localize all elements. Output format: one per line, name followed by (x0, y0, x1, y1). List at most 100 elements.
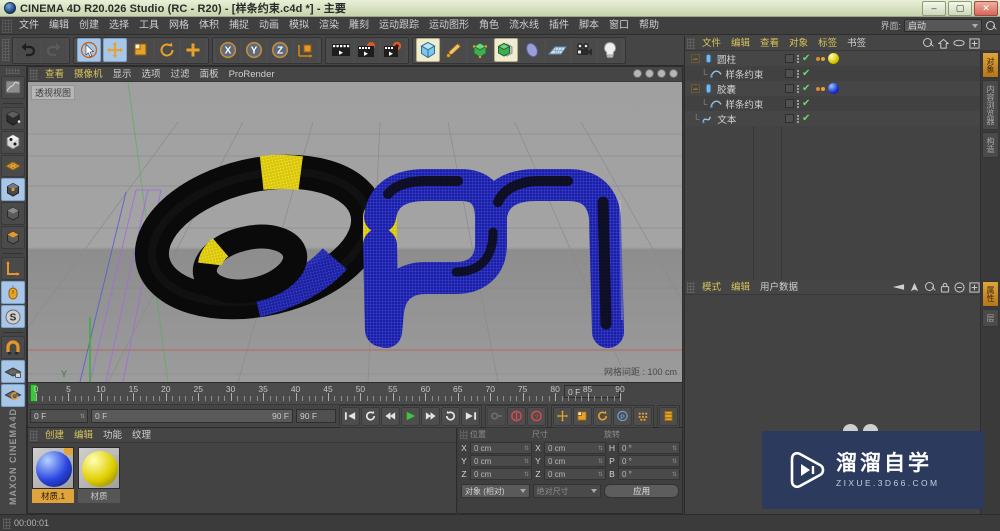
autokeying-button[interactable] (487, 406, 506, 426)
om-menu-view[interactable]: 查看 (755, 36, 784, 51)
enabled-check-icon[interactable]: ✔ (802, 114, 810, 124)
lock-z-button[interactable]: Z (268, 38, 292, 62)
om-menu-bookmarks[interactable]: 书签 (842, 36, 871, 51)
lock-y-button[interactable]: Y (242, 38, 266, 62)
material-name[interactable]: 材质.1 (32, 489, 74, 503)
auto-keyframing-button[interactable]: ? (527, 406, 546, 426)
material-preview[interactable] (78, 447, 120, 489)
menu-item-render[interactable]: 渲染 (314, 17, 344, 35)
menu-item-mograph[interactable]: 运动图形 (424, 17, 474, 35)
move-button[interactable] (103, 38, 127, 62)
menu-grip-handle[interactable] (2, 18, 12, 33)
layout-dropdown[interactable]: 启动 (904, 19, 982, 32)
go-to-end-button[interactable] (461, 406, 480, 426)
menu-item-character[interactable]: 角色 (474, 17, 504, 35)
timeline-ruler[interactable]: 0 F 0 5 10 15 20 25 30 35 40 45 50 55 60 65 70 75 80 85 90 (28, 383, 625, 405)
workplane-tool[interactable] (1, 384, 25, 407)
rotate-view-icon[interactable] (657, 69, 666, 78)
options-icon[interactable] (954, 281, 965, 293)
object-manager-tree[interactable]: − 圆柱 ✔ └ 样条约束 ✔ − 胶囊 ✔ └ 样条约束 ✔ └ 文本 ✔ 对… (685, 51, 1000, 280)
array-button[interactable] (494, 38, 518, 62)
magnet-tool[interactable] (1, 336, 25, 360)
maximize-button[interactable]: ▢ (948, 0, 972, 16)
viewport-menu-cameras[interactable]: 摄像机 (69, 67, 108, 82)
model-mode-tool[interactable] (1, 178, 25, 202)
menu-item-simulate[interactable]: 模拟 (284, 17, 314, 35)
apply-button[interactable]: 应用 (604, 484, 679, 498)
position-y-input[interactable]: 0 cm ⇅ (470, 455, 532, 467)
enabled-check-icon[interactable]: ✔ (802, 99, 810, 109)
spinner-icon[interactable]: ⇅ (598, 471, 603, 478)
workplane-lock-tool[interactable] (1, 360, 25, 384)
coordinates-grip[interactable] (460, 430, 468, 439)
spinner-icon[interactable]: ⇅ (80, 413, 85, 420)
spline-pen-button[interactable] (442, 38, 466, 62)
eye-icon[interactable] (953, 38, 965, 48)
search-icon[interactable] (924, 281, 936, 293)
size-y-input[interactable]: 0 cm ⇅ (544, 455, 606, 467)
coordinate-mode-dropdown[interactable]: 对象 (相对) (461, 484, 530, 498)
record-rotation-button[interactable] (593, 406, 612, 426)
keyframe-selection-button[interactable] (659, 406, 678, 426)
enabled-check-icon[interactable]: ✔ (802, 84, 810, 94)
am-menu-user-data[interactable]: 用户数据 (755, 280, 803, 295)
enable-axis-tool[interactable] (1, 281, 25, 305)
viewport-menu-options[interactable]: 选项 (137, 67, 166, 82)
size-mode-dropdown[interactable]: 绝对尺寸 (532, 484, 602, 498)
visibility-checkbox[interactable] (785, 114, 794, 123)
mm-menu-create[interactable]: 创建 (40, 428, 69, 443)
mm-menu-function[interactable]: 功能 (98, 428, 127, 443)
visibility-checkbox[interactable] (785, 54, 794, 63)
menu-item-edit[interactable]: 编辑 (44, 17, 74, 35)
size-z-input[interactable]: 0 cm ⇅ (544, 468, 606, 480)
texture-axis-tool[interactable] (1, 75, 25, 99)
side-tab-attributes[interactable]: 属性 (982, 281, 999, 307)
search-icon[interactable] (985, 20, 997, 32)
menu-item-plugins[interactable]: 插件 (544, 17, 574, 35)
spinner-icon[interactable]: ⇅ (524, 458, 529, 465)
menu-item-create[interactable]: 创建 (74, 17, 104, 35)
tree-expander[interactable]: − (691, 84, 700, 94)
redo-button[interactable] (42, 38, 66, 62)
camera-button[interactable] (572, 38, 596, 62)
viewport-menu-display[interactable]: 显示 (108, 67, 137, 82)
soft-selection-tool[interactable]: S (1, 305, 25, 329)
maximize-view-icon[interactable] (669, 69, 678, 78)
pin-icon[interactable] (909, 282, 920, 293)
texture-mode-tool[interactable] (1, 226, 25, 250)
rotation-p-input[interactable]: 0 ° ⇅ (618, 455, 680, 467)
side-tab-objects[interactable]: 对象 (982, 52, 999, 78)
toolbar-grip-handle[interactable] (2, 39, 10, 61)
play-forwards-loop-button[interactable] (441, 406, 460, 426)
record-position-button[interactable] (553, 406, 572, 426)
play-button[interactable] (401, 406, 420, 426)
visibility-checkbox[interactable] (785, 99, 794, 108)
generator-button[interactable] (468, 38, 492, 62)
position-z-input[interactable]: 0 cm ⇅ (470, 468, 532, 480)
mm-menu-edit[interactable]: 编辑 (69, 428, 98, 443)
material-list[interactable]: 材质.1 材质 (28, 443, 456, 513)
back-arrow-icon[interactable] (892, 282, 905, 292)
object-mode-tool[interactable] (1, 202, 25, 226)
menu-item-volume[interactable]: 体积 (194, 17, 224, 35)
menu-item-animate[interactable]: 动画 (254, 17, 284, 35)
search-icon[interactable] (922, 37, 934, 49)
next-frame-button[interactable] (421, 406, 440, 426)
am-menu-mode[interactable]: 模式 (697, 280, 726, 295)
max-frame-field[interactable]: 90 F (296, 409, 336, 423)
home-icon[interactable] (938, 38, 949, 49)
spinner-icon[interactable]: ⇅ (672, 458, 677, 465)
record-active-objects-button[interactable] (507, 406, 526, 426)
menu-item-script[interactable]: 脚本 (574, 17, 604, 35)
record-scale-button[interactable] (573, 406, 592, 426)
am-menu-edit[interactable]: 编辑 (726, 280, 755, 295)
point-mode-tool[interactable] (1, 106, 25, 130)
render-settings-button[interactable] (381, 38, 405, 62)
axis-mode-tool[interactable] (1, 257, 25, 281)
spinner-icon[interactable]: ⇅ (524, 471, 529, 478)
object-manager-grip[interactable] (687, 37, 695, 49)
table-row[interactable]: └ 文本 ✔ (685, 111, 1000, 126)
menu-item-help[interactable]: 帮助 (634, 17, 664, 35)
table-row[interactable]: └ 样条约束 ✔ (685, 66, 1000, 81)
om-menu-tags[interactable]: 标签 (813, 36, 842, 51)
